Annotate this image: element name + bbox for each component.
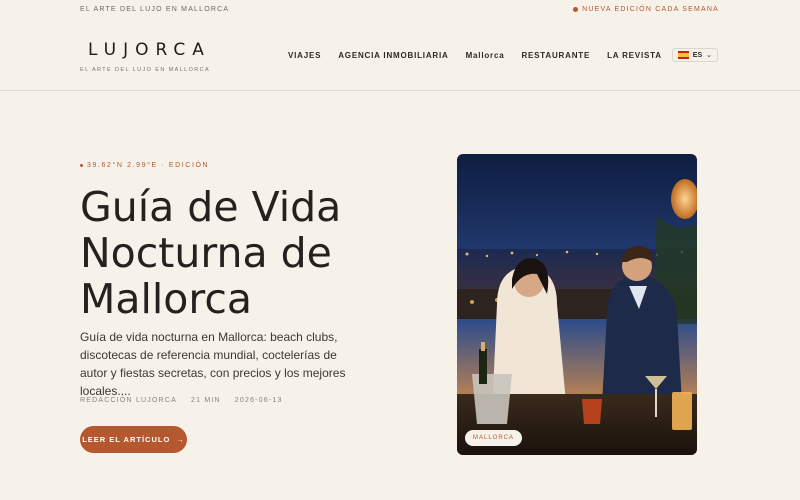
article-title: Guía de Vida Nocturna de Mallorca bbox=[80, 183, 342, 323]
hero-image[interactable] bbox=[457, 154, 697, 455]
logo-subtitle: EL ARTE DEL LUJO EN MALLORCA bbox=[80, 67, 211, 73]
article-description: Guía de vida nocturna en Mallorca: beach… bbox=[80, 330, 346, 398]
read-article-label: LEER EL ARTÍCULO bbox=[82, 435, 171, 444]
top-bar-tagline: EL ARTE DEL LUJO EN MALLORCA bbox=[80, 6, 230, 13]
chevron-down-icon: ⌄ bbox=[706, 52, 712, 59]
article-author: REDACCIÓN LUJORCA bbox=[80, 397, 178, 404]
kicker-dot-icon bbox=[80, 164, 83, 167]
language-code: ES bbox=[692, 51, 703, 59]
nav-item-mallorca[interactable]: Mallorca bbox=[466, 51, 505, 60]
site-header: LUJORCA EL ARTE DEL LUJO EN MALLORCA VIA… bbox=[0, 20, 800, 91]
read-article-button[interactable]: LEER EL ARTÍCULO → bbox=[80, 426, 187, 453]
nav-item-la-revista[interactable]: LA REVISTA bbox=[607, 51, 662, 60]
article-meta: REDACCIÓN LUJORCA 21 MIN 2026-06-13 bbox=[80, 397, 283, 404]
spain-flag-icon bbox=[677, 51, 689, 59]
location-badge: MALLORCA bbox=[465, 430, 523, 446]
live-dot-icon bbox=[573, 7, 579, 12]
top-bar: EL ARTE DEL LUJO EN MALLORCA NUEVA EDICI… bbox=[0, 0, 800, 20]
nav-item-viajes[interactable]: VIAJES bbox=[288, 51, 321, 60]
nightlife-photo bbox=[457, 154, 697, 455]
article-read-time: 21 MIN bbox=[191, 397, 221, 404]
article-date: 2026-06-13 bbox=[234, 397, 283, 404]
nav-item-restaurante[interactable]: RESTAURANTE bbox=[521, 51, 590, 60]
kicker-text: 39.62°N 2.99°E · EDICIÓN bbox=[87, 162, 210, 169]
main-nav: VIAJES AGENCIA INMOBILIARIA Mallorca RES… bbox=[288, 48, 718, 62]
site-logo[interactable]: LUJORCA bbox=[88, 40, 211, 60]
nav-item-agencia-inmobiliaria[interactable]: AGENCIA INMOBILIARIA bbox=[338, 51, 448, 60]
announcement-text: NUEVA EDICIÓN CADA SEMANA bbox=[582, 6, 719, 13]
arrow-right-icon: → bbox=[176, 435, 185, 444]
language-selector[interactable]: ES ⌄ bbox=[671, 48, 718, 62]
top-bar-announcement: NUEVA EDICIÓN CADA SEMANA bbox=[573, 6, 719, 13]
hero-kicker: 39.62°N 2.99°E · EDICIÓN bbox=[80, 162, 209, 169]
